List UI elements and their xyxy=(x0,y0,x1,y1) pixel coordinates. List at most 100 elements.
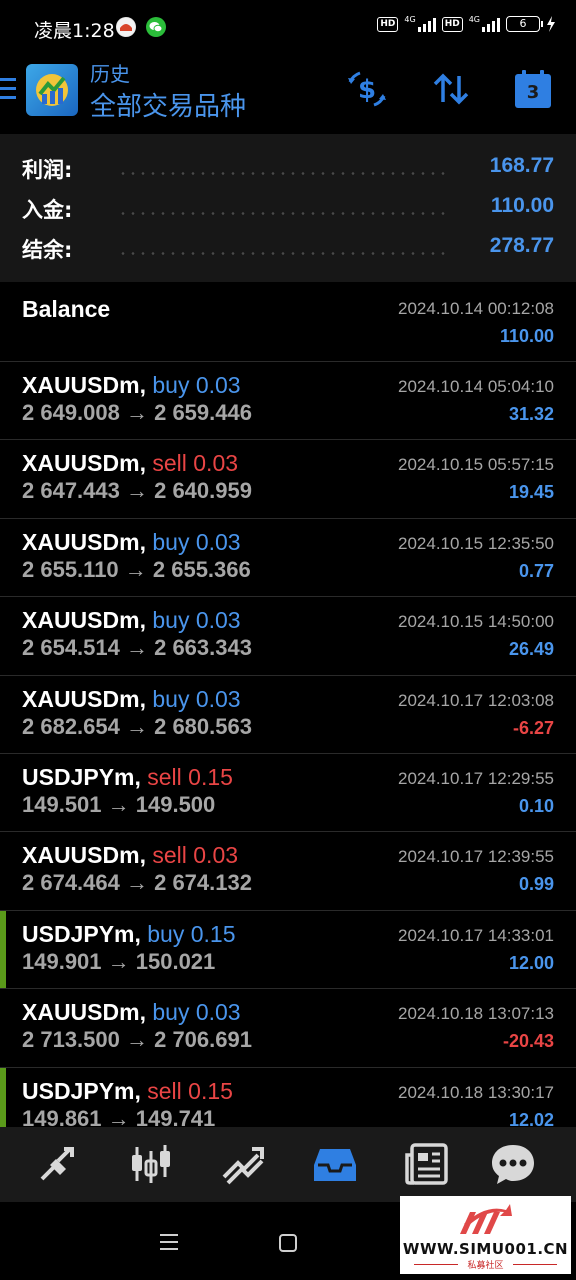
deal-prices: 2 655.110 → 2 655.366 xyxy=(22,556,251,582)
dotted-leader xyxy=(118,252,448,255)
deal-profit: 0.77 xyxy=(518,560,554,581)
deal-row[interactable]: XAUUSDm, buy 0.03 2 654.514 → 2 663.343 20… xyxy=(0,597,576,676)
status-indicators: HD 4G HD 4G 6 xyxy=(377,16,556,32)
dotted-leader xyxy=(118,212,448,215)
wechat-icon xyxy=(146,17,166,37)
deal-row[interactable]: USDJPYm, buy 0.15 149.901 → 150.021 2024.1… xyxy=(0,910,576,990)
deal-side: buy 0.03 xyxy=(152,607,241,634)
deal-time: 2024.10.14 00:12:08 xyxy=(398,299,554,318)
deal-profit: 12.00 xyxy=(508,952,554,973)
deal-row[interactable]: XAUUSDm, buy 0.03 2 713.500 → 2 706.691 20… xyxy=(0,989,576,1068)
hd-badge: HD xyxy=(441,16,463,32)
history-inbox-icon[interactable] xyxy=(312,1141,358,1187)
row-marker xyxy=(0,910,6,989)
deal-header: USDJPYm, sell 0.15 xyxy=(22,1078,233,1105)
chart-candles-icon[interactable] xyxy=(128,1141,174,1187)
summary-value: 278.77 xyxy=(489,234,554,257)
deal-time: 2024.10.15 12:35:50 xyxy=(398,533,554,553)
deal-prices: 2 654.514 → 2 663.343 xyxy=(22,635,252,661)
deal-profit: 26.49 xyxy=(508,639,554,660)
deal-symbol: XAUUSDm, xyxy=(22,607,146,634)
news-icon[interactable] xyxy=(404,1141,450,1187)
deal-prices: 2 682.654 → 2 680.563 xyxy=(22,713,252,739)
deal-row[interactable]: XAUUSDm, buy 0.03 2 682.654 → 2 680.563 20… xyxy=(0,676,576,754)
deal-profit: 0.99 xyxy=(518,874,554,895)
row-marker xyxy=(0,1067,6,1127)
deal-row[interactable]: XAUUSDm, sell 0.03 2 674.464 → 2 674.132 2… xyxy=(0,832,576,911)
deal-symbol: USDJPYm, xyxy=(22,920,141,947)
deal-side: buy 0.15 xyxy=(147,920,236,947)
deal-time: 2024.10.15 05:57:15 xyxy=(398,455,554,475)
summary-label: 结余: xyxy=(22,238,73,262)
dollar-exchange-icon[interactable]: $ xyxy=(346,68,388,110)
app-bar: 历史 全部交易品种 $ 3 xyxy=(0,56,576,134)
bottom-navigation xyxy=(0,1127,576,1202)
svg-text:$: $ xyxy=(358,75,376,105)
watermark-url: WWW.SIMU001.CN xyxy=(402,1240,569,1258)
deal-prices: 2 713.500 → 2 706.691 xyxy=(22,1027,252,1053)
summary-value: 168.77 xyxy=(489,154,554,177)
deal-list[interactable]: Balance 2024.10.14 00:12:08 110.00 XAUUSDm,… xyxy=(0,284,576,1127)
deal-symbol: Balance xyxy=(22,296,111,322)
trade-icon[interactable] xyxy=(220,1141,266,1187)
deal-header: XAUUSDm, buy 0.03 xyxy=(22,607,241,634)
dotted-leader xyxy=(118,172,448,175)
deal-header: XAUUSDm, buy 0.03 xyxy=(22,372,241,399)
signal-icon xyxy=(417,16,436,32)
status-bar: 凌晨1:28 HD 4G HD 4G 6 xyxy=(0,0,576,56)
deal-side: buy 0.03 xyxy=(152,999,241,1026)
watermark: WWW.SIMU001.CN 私募社区 xyxy=(400,1196,571,1274)
deal-symbol: XAUUSDm, xyxy=(22,685,146,712)
deal-prices: 2 647.443 → 2 640.959 xyxy=(22,478,252,504)
deal-side: buy 0.03 xyxy=(152,685,241,712)
chat-icon[interactable] xyxy=(490,1141,536,1187)
deal-symbol: XAUUSDm, xyxy=(22,450,146,477)
deal-side: buy 0.03 xyxy=(152,372,241,398)
charging-icon xyxy=(547,16,555,32)
deal-time: 2024.10.14 05:04:10 xyxy=(398,377,554,396)
deal-header: XAUUSDm, buy 0.03 xyxy=(22,999,241,1026)
page-subtitle: 历史 xyxy=(90,62,130,86)
recent-apps-icon[interactable] xyxy=(160,1234,178,1250)
summary-label: 入金: xyxy=(22,198,73,222)
deal-profit: -20.43 xyxy=(502,1031,554,1052)
home-icon[interactable] xyxy=(279,1234,297,1252)
deal-side: sell 0.03 xyxy=(152,450,239,477)
deal-symbol: XAUUSDm, xyxy=(22,372,146,398)
deal-row[interactable]: USDJPYm, sell 0.15 149.501 → 149.500 2024.… xyxy=(0,754,576,833)
network-type: 4G xyxy=(468,15,480,24)
deal-symbol: USDJPYm, xyxy=(22,1077,141,1104)
deal-row[interactable]: XAUUSDm, sell 0.03 2 647.443 → 2 640.959 2… xyxy=(0,440,576,519)
deal-side: sell 0.15 xyxy=(147,763,233,790)
summary-label: 利润: xyxy=(22,158,73,182)
quotes-icon[interactable] xyxy=(36,1141,82,1187)
deal-row[interactable]: USDJPYm, sell 0.15 149.861 → 149.741 2024.… xyxy=(0,1067,576,1127)
deal-prices: 2 674.464 → 2 674.132 xyxy=(22,870,252,896)
deal-header: USDJPYm, sell 0.15 xyxy=(22,764,233,791)
deal-profit: 31.32 xyxy=(508,404,554,424)
summary-row-balance: 结余: 278.77 xyxy=(0,228,576,268)
summary-value: 110.00 xyxy=(490,194,554,217)
summary-row-deposit: 入金: 110.00 xyxy=(0,188,576,228)
deal-profit: 19.45 xyxy=(508,482,554,503)
deal-side: sell 0.15 xyxy=(147,1077,233,1104)
watermark-logo xyxy=(460,1204,512,1234)
deal-row[interactable]: XAUUSDm, buy 0.03 2 655.110 → 2 655.366 20… xyxy=(0,519,576,598)
deal-header: XAUUSDm, buy 0.03 xyxy=(22,529,241,556)
signal-icon xyxy=(482,16,500,32)
deal-header: Balance xyxy=(22,296,110,323)
deal-header: XAUUSDm, sell 0.03 xyxy=(22,450,238,477)
calendar-day: 3 xyxy=(526,82,540,103)
deal-side: buy 0.03 xyxy=(152,528,241,555)
sort-icon[interactable] xyxy=(430,68,472,110)
deal-profit: -6.27 xyxy=(512,717,554,738)
menu-icon[interactable] xyxy=(0,78,16,100)
status-time: 凌晨1:28 xyxy=(34,20,115,42)
notification-app-icon xyxy=(116,17,136,37)
balance-row[interactable]: Balance 2024.10.14 00:12:08 110.00 xyxy=(0,284,576,362)
calendar-icon[interactable]: 3 xyxy=(512,68,554,110)
page-title[interactable]: 全部交易品种 xyxy=(90,86,246,123)
deal-prices: 149.861 → 149.741 xyxy=(22,1105,216,1127)
deal-row[interactable]: XAUUSDm, buy 0.03 2 649.008 → 2 659.446 20… xyxy=(0,362,576,441)
network-type: 4G xyxy=(404,15,416,24)
